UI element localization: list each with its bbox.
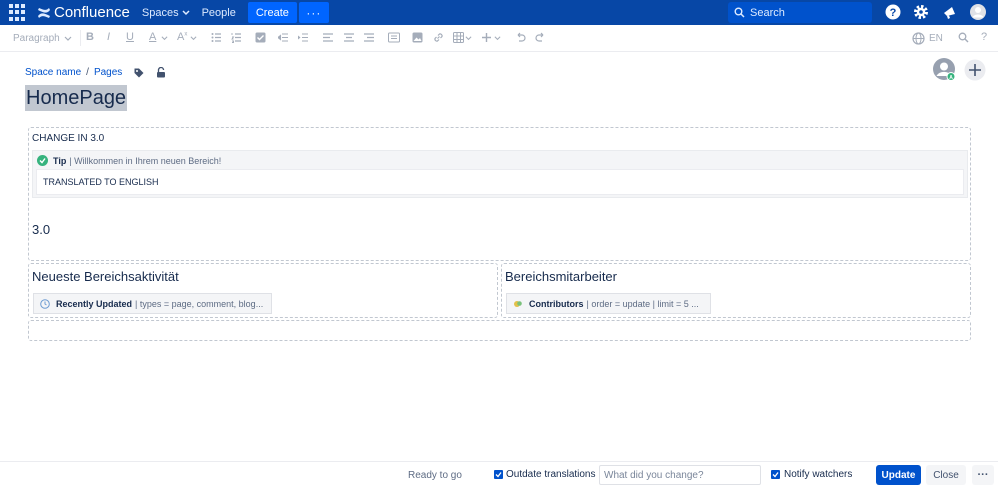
bold-icon[interactable]: B (86, 31, 94, 43)
language-label[interactable]: EN (929, 33, 943, 44)
find-replace-icon[interactable] (958, 32, 969, 43)
breadcrumb: Space name / Pages (25, 67, 166, 78)
align-left-icon[interactable] (323, 32, 334, 43)
checkbox-checked-icon[interactable] (494, 470, 503, 479)
indent-icon[interactable] (298, 32, 309, 43)
undo-icon[interactable] (515, 32, 526, 43)
search-input[interactable]: Search (728, 2, 872, 23)
paragraph-style-select[interactable]: Paragraph (13, 33, 60, 44)
notify-watchers-label: Notify watchers (784, 469, 853, 480)
editor-footer: Ready to go Outdate translations What di… (0, 461, 998, 485)
update-button[interactable]: Update (876, 465, 921, 485)
column-heading: Bereichsmitarbeiter (505, 269, 617, 284)
paragraph-label: Paragraph (13, 33, 60, 44)
close-button[interactable]: Close (926, 465, 966, 485)
collaborator-avatar-icon[interactable]: A (933, 58, 957, 82)
help-question-icon[interactable]: ? (981, 31, 987, 43)
link-icon[interactable] (433, 32, 444, 43)
top-navigation: Confluence Spaces People Create ··· Sear… (0, 0, 998, 25)
contributors-macro[interactable]: Contributors | order = update | limit = … (506, 293, 711, 314)
underline-icon[interactable]: U (126, 31, 134, 43)
contributors-icon (514, 300, 522, 307)
outdent-icon[interactable] (278, 32, 289, 43)
tip-label: Tip (53, 155, 67, 166)
invite-plus-icon[interactable] (964, 59, 986, 81)
confluence-logo[interactable]: Confluence (37, 4, 130, 21)
breadcrumb-separator: / (86, 67, 89, 78)
layout-column-right[interactable]: Bereichsmitarbeiter Contributors | order… (501, 263, 971, 318)
label-tag-icon[interactable] (134, 68, 144, 78)
breadcrumb-space-link[interactable]: Space name (25, 67, 81, 78)
svg-text:A: A (949, 75, 953, 81)
toolbar-divider (80, 30, 81, 46)
bullet-list-icon[interactable] (211, 32, 222, 43)
image-icon[interactable] (412, 32, 423, 43)
text-color-icon[interactable]: A (149, 31, 156, 43)
clock-icon (40, 298, 50, 309)
tip-title: | Willkommen in Ihrem neuen Bereich! (69, 155, 222, 166)
page-layout-icon[interactable] (388, 32, 400, 43)
create-button[interactable]: Create (247, 2, 297, 23)
version-text: 3.0 (32, 222, 51, 237)
language-globe-icon[interactable] (912, 32, 925, 45)
tip-macro[interactable]: Tip | Willkommen in Ihrem neuen Bereich!… (32, 150, 968, 198)
recently-updated-macro[interactable]: Recently Updated | types = page, comment… (33, 293, 272, 314)
layout-column-left[interactable]: Neueste Bereichsaktivität Recently Updat… (28, 263, 498, 318)
app-switcher-icon[interactable] (9, 3, 27, 22)
spaces-label: Spaces (141, 6, 179, 19)
chevron-down-icon[interactable] (494, 35, 501, 42)
search-placeholder: Search (750, 6, 785, 19)
macro-params: | order = update | limit = 5 ... (586, 298, 699, 309)
notify-watchers-checkbox[interactable]: Notify watchers (771, 469, 852, 480)
page-title[interactable]: HomePage (25, 85, 128, 111)
section-heading: CHANGE IN 3.0 (32, 133, 105, 144)
macro-params: | types = page, comment, blog... (135, 298, 264, 309)
save-status: Ready to go (408, 470, 462, 481)
tip-body[interactable]: TRANSLATED TO ENGLISH (36, 169, 964, 195)
spaces-menu[interactable]: Spaces (142, 7, 190, 19)
create-more-button[interactable]: ··· (298, 2, 329, 23)
align-right-icon[interactable] (364, 32, 375, 43)
people-label: People (201, 6, 236, 19)
layout-section-empty[interactable] (28, 320, 971, 341)
checkbox-checked-icon[interactable] (771, 470, 780, 479)
settings-gear-icon[interactable] (913, 4, 929, 20)
align-center-icon[interactable] (344, 32, 355, 43)
insert-plus-icon[interactable] (481, 32, 492, 43)
outdate-translations-label: Outdate translations (506, 469, 596, 480)
chevron-down-icon (182, 9, 190, 15)
restrictions-unlock-icon[interactable] (156, 67, 166, 78)
macro-name: Contributors (529, 298, 584, 309)
breadcrumb-pages-link[interactable]: Pages (94, 67, 122, 78)
numbered-list-icon[interactable] (231, 32, 242, 43)
check-circle-icon (37, 155, 48, 166)
more-options-button[interactable]: ··· (972, 465, 994, 485)
italic-icon[interactable]: I (107, 31, 110, 43)
layout-section-top[interactable]: CHANGE IN 3.0 Tip | Willkommen in Ihrem … (28, 127, 971, 261)
people-link[interactable]: People (202, 7, 236, 19)
notifications-megaphone-icon[interactable] (942, 4, 958, 20)
change-comment-input[interactable]: What did you change? (599, 465, 761, 485)
product-name: Confluence (54, 4, 130, 21)
tip-macro-header: Tip | Willkommen in Ihrem neuen Bereich! (37, 154, 221, 167)
chevron-down-icon[interactable] (64, 35, 72, 43)
user-avatar-icon[interactable] (970, 4, 986, 20)
task-list-icon[interactable] (255, 32, 266, 43)
editor-toolbar: Paragraph B I U A Ax EN ? (0, 25, 998, 52)
column-heading: Neueste Bereichsaktivität (32, 269, 179, 284)
redo-icon[interactable] (535, 32, 546, 43)
help-icon[interactable]: ? (885, 4, 901, 20)
search-icon (734, 7, 745, 18)
macro-name: Recently Updated (56, 298, 133, 309)
chevron-down-icon[interactable] (190, 35, 197, 42)
formatting-icon[interactable]: Ax (177, 31, 187, 43)
table-icon[interactable] (453, 32, 464, 43)
outdate-translations-checkbox[interactable]: Outdate translations (494, 469, 596, 480)
chevron-down-icon[interactable] (161, 35, 168, 42)
chevron-down-icon[interactable] (465, 35, 472, 42)
confluence-icon (38, 7, 50, 18)
svg-text:?: ? (890, 7, 897, 19)
